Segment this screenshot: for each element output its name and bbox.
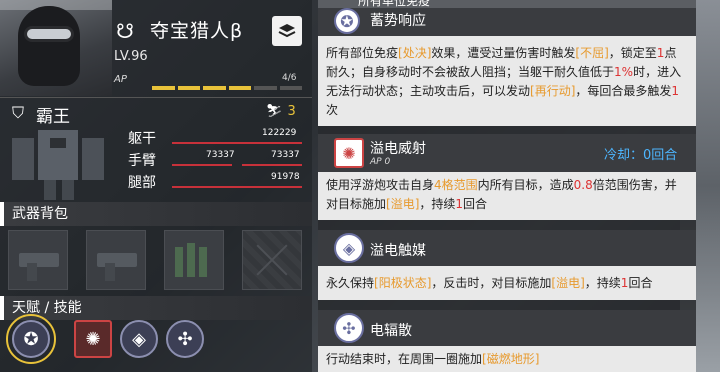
description-segment: 1 bbox=[671, 84, 680, 98]
ap-segment bbox=[279, 86, 302, 90]
ap-segment bbox=[177, 86, 200, 90]
mech-type-icon: ⛉ bbox=[12, 103, 25, 122]
skill2-title: 溢电威射 bbox=[370, 141, 426, 157]
description-segment: 4格范围 bbox=[434, 178, 478, 192]
skill4-icon: ✣ bbox=[334, 313, 364, 343]
gun-icon bbox=[19, 253, 59, 267]
description-segment: ，持续 bbox=[584, 276, 621, 290]
pilot-badge-icon: ⛷ bbox=[266, 104, 283, 119]
weapons-section-header: 武器背包 bbox=[0, 202, 312, 226]
missile-pod-icon bbox=[175, 243, 207, 277]
ap-segment bbox=[228, 86, 251, 90]
part-label-legs: 腿部 bbox=[128, 175, 156, 191]
divider bbox=[0, 97, 312, 98]
burst-icon: ✺ bbox=[85, 328, 101, 350]
mech-badge: ⛷ 3 bbox=[266, 104, 296, 119]
description-segment: 0.8 bbox=[573, 178, 593, 192]
gun-grip-icon bbox=[105, 263, 115, 281]
skill2-cooldown: 冷却：0回合 bbox=[604, 148, 678, 163]
skill2-ap-cost: AP 0 bbox=[370, 157, 391, 167]
pilot-portrait[interactable] bbox=[0, 0, 112, 96]
description-segment: 回合 bbox=[628, 276, 653, 290]
skill-slot-overcharge-shot[interactable]: ✺ bbox=[74, 320, 112, 358]
skill2-icon: ✺ bbox=[334, 138, 364, 168]
description-segment: ，持续 bbox=[419, 197, 456, 211]
skill4-description: 行动结束时，在周围一圈施加[磁燃地形] bbox=[326, 350, 688, 369]
description-segment: 永久保持 bbox=[326, 276, 375, 290]
mech-image bbox=[12, 130, 104, 200]
description-segment: [溢电] bbox=[386, 197, 420, 211]
description-segment: 所有部位免疫 bbox=[326, 46, 399, 60]
description-segment: 次 bbox=[326, 103, 339, 117]
weapon-slot-2[interactable] bbox=[86, 230, 146, 290]
description-segment: ，反击时，对目标施加 bbox=[431, 276, 552, 290]
talents-section-header: 天赋 / 技能 bbox=[0, 296, 312, 320]
description-segment: [磁燃地形] bbox=[482, 352, 540, 366]
skill-slot-radiation[interactable]: ✣ bbox=[166, 320, 204, 358]
skill1-description: 所有部位免疫[处决]效果，遭受过量伤害时触发[不屈]，锁定至1点耐久；自身移动时… bbox=[326, 44, 688, 120]
ap-segment bbox=[254, 86, 277, 90]
part-value-arm-right: 73337 bbox=[271, 150, 300, 160]
skill3-title: 溢电触媒 bbox=[370, 243, 426, 259]
ap-label: AP bbox=[114, 74, 127, 85]
talent-slot-selected[interactable]: ✪ bbox=[6, 314, 56, 364]
weapon-slot-empty[interactable] bbox=[242, 230, 302, 290]
part-value-legs: 91978 bbox=[271, 172, 300, 182]
skill3-description: 永久保持[阳极状态]，反击时，对目标施加[溢电]，持续1回合 bbox=[326, 274, 688, 293]
skill-slot-overcharge-catalyst[interactable]: ◈ bbox=[120, 320, 158, 358]
description-segment: 行动结束时，在周围一圈施加 bbox=[326, 352, 483, 366]
description-segment: [溢电] bbox=[551, 276, 585, 290]
gun-icon bbox=[97, 253, 137, 267]
catalyst-icon: ◈ bbox=[132, 328, 146, 350]
skill4-title: 电辐散 bbox=[370, 323, 412, 339]
part-bar-arm-left bbox=[172, 164, 232, 166]
description-segment: 使用浮游炮攻击自身 bbox=[326, 178, 435, 192]
pilot-goggles bbox=[24, 26, 74, 42]
part-value-torso: 122229 bbox=[262, 128, 297, 138]
ap-bar bbox=[152, 86, 302, 90]
layers-button[interactable] bbox=[272, 16, 302, 46]
skill1-title: 蓄势响应 bbox=[370, 13, 426, 29]
description-segment: [处决] bbox=[398, 46, 432, 60]
part-bar-arm-right bbox=[242, 164, 302, 166]
skill2-description: 使用浮游炮攻击自身4格范围内所有目标，造成0.8倍范围伤害，并对目标施加[溢电]… bbox=[326, 176, 688, 214]
description-segment: [阳极状态] bbox=[374, 276, 432, 290]
ap-segment bbox=[203, 86, 226, 90]
layers-icon bbox=[278, 24, 296, 38]
radiation-icon: ✣ bbox=[177, 328, 193, 350]
description-segment: 效果，遭受过量伤害时触发 bbox=[431, 46, 576, 60]
description-segment: 1% bbox=[614, 65, 634, 79]
top-cut-text: 所有单位免疫 bbox=[358, 0, 431, 8]
character-name: 夺宝猎人β bbox=[150, 20, 244, 42]
talent-emblem-icon: ✪ bbox=[23, 328, 39, 350]
description-segment: ，锁定至 bbox=[608, 46, 657, 60]
part-value-arm-left: 73337 bbox=[206, 150, 235, 160]
gun-grip-icon bbox=[27, 263, 37, 281]
ap-value: 4/6 bbox=[282, 73, 297, 83]
description-segment: 回合 bbox=[463, 197, 488, 211]
pilot-class-icon: ☋ bbox=[116, 19, 134, 43]
description-segment: ，每回合最多触发 bbox=[575, 84, 672, 98]
character-level: LV.96 bbox=[114, 49, 148, 64]
weapon-slot-3[interactable] bbox=[164, 230, 224, 290]
part-bar-torso bbox=[172, 142, 302, 144]
mech-badge-count: 3 bbox=[287, 104, 296, 119]
description-segment: 1 bbox=[455, 197, 464, 211]
panel-top-cut: 所有单位免疫 bbox=[318, 0, 696, 8]
skill1-icon: ✪ bbox=[334, 8, 360, 34]
part-label-torso: 躯干 bbox=[128, 131, 156, 147]
part-label-arms: 手臂 bbox=[128, 153, 156, 169]
description-segment: [再行动] bbox=[530, 84, 576, 98]
skill3-icon: ◈ bbox=[334, 233, 364, 263]
pilot-hood bbox=[18, 6, 80, 86]
description-segment: 内所有目标，造成 bbox=[477, 178, 574, 192]
description-segment: [不屈] bbox=[575, 46, 609, 60]
ap-segment bbox=[152, 86, 175, 90]
weapon-slot-1[interactable] bbox=[8, 230, 68, 290]
part-bar-legs bbox=[172, 186, 302, 188]
